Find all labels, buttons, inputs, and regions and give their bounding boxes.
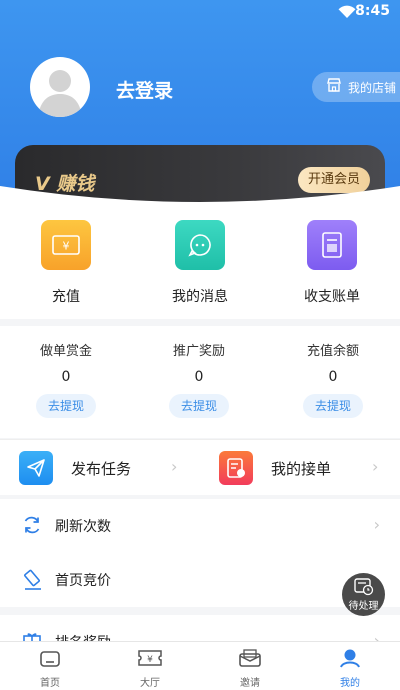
chevron-right-icon: › <box>171 457 178 476</box>
quick-item-bill[interactable]: 收支账单 <box>292 220 372 306</box>
earnings-item: 充值余额 0 去提现 <box>288 340 378 418</box>
quick-item-messages[interactable]: 我的消息 <box>160 220 240 306</box>
list-label: 首页竞价 <box>55 573 111 589</box>
quick-label: 充值 <box>52 289 80 305</box>
login-link[interactable]: 去登录 <box>116 76 173 103</box>
earnings-item: 推广奖励 0 去提现 <box>154 340 244 418</box>
bid-icon <box>22 569 44 595</box>
my-orders-button[interactable]: 我的接单 <box>219 450 331 486</box>
recharge-icon: ¥ <box>41 220 91 270</box>
earnings-value: 0 <box>194 369 204 385</box>
publish-task-button[interactable]: 发布任务 <box>19 450 131 486</box>
task-label: 发布任务 <box>71 459 132 478</box>
wifi-icon <box>338 4 356 23</box>
pending-label: 待处理 <box>348 601 379 612</box>
quick-label: 我的消息 <box>172 289 228 305</box>
invite-icon <box>238 649 262 672</box>
status-time: 8:45 <box>355 3 390 19</box>
earnings-title: 做单赏金 <box>39 344 92 359</box>
withdraw-button[interactable]: 去提现 <box>169 394 229 418</box>
avatar[interactable] <box>30 57 90 117</box>
shop-icon <box>326 77 342 97</box>
earnings-value: 0 <box>328 369 338 385</box>
tab-home[interactable]: 首页 <box>20 648 80 689</box>
shop-label: 我的店铺 <box>348 80 397 95</box>
home-icon <box>39 651 61 672</box>
tab-hall[interactable]: ¥ 大厅 <box>120 648 180 689</box>
tab-profile[interactable]: 我的 <box>320 648 380 689</box>
withdraw-button[interactable]: 去提现 <box>303 394 363 418</box>
pending-float-button[interactable]: 待处理 <box>342 573 385 616</box>
earnings-item: 做单赏金 0 去提现 <box>21 340 111 418</box>
earnings-title: 充值余额 <box>306 344 359 359</box>
send-icon <box>19 451 53 485</box>
svg-text:¥: ¥ <box>63 240 70 253</box>
hall-icon: ¥ <box>137 650 163 672</box>
svg-text:¥: ¥ <box>147 655 153 665</box>
bill-icon <box>307 220 357 270</box>
list-item-bid[interactable]: 首页竞价 <box>0 553 400 607</box>
refresh-icon <box>22 515 42 539</box>
withdraw-button[interactable]: 去提现 <box>36 394 96 418</box>
chevron-right-icon: › <box>373 515 380 534</box>
tab-label: 首页 <box>40 678 60 689</box>
quick-actions: ¥ 充值 我的消息 收支账单 <box>0 205 400 319</box>
bottom-tab-bar: 首页 ¥ 大厅 邀请 我的 <box>0 641 400 690</box>
tab-label: 大厅 <box>140 678 160 689</box>
task-row: 发布任务 › 我的接单 › <box>0 439 400 495</box>
earnings-section: 做单赏金 0 去提现 推广奖励 0 去提现 充值余额 0 去提现 <box>0 326 400 438</box>
earnings-value: 0 <box>61 369 71 385</box>
earnings-title: 推广奖励 <box>172 344 225 359</box>
quick-item-recharge[interactable]: ¥ 充值 <box>26 220 106 306</box>
list-item-refresh[interactable]: 刷新次数 › <box>0 499 400 553</box>
status-bar: 8:45 <box>0 0 400 24</box>
tab-label: 邀请 <box>240 678 260 689</box>
task-label: 我的接单 <box>271 459 332 478</box>
order-icon <box>219 451 253 485</box>
tab-invite[interactable]: 邀请 <box>220 648 280 689</box>
chevron-right-icon: › <box>372 457 379 476</box>
my-shop-button[interactable]: 我的店铺 <box>312 72 400 102</box>
list-label: 刷新次数 <box>55 519 111 535</box>
user-icon <box>38 70 82 117</box>
quick-label: 收支账单 <box>304 289 360 305</box>
tab-label: 我的 <box>340 678 360 689</box>
profile-icon <box>339 649 361 672</box>
message-icon <box>175 220 225 270</box>
